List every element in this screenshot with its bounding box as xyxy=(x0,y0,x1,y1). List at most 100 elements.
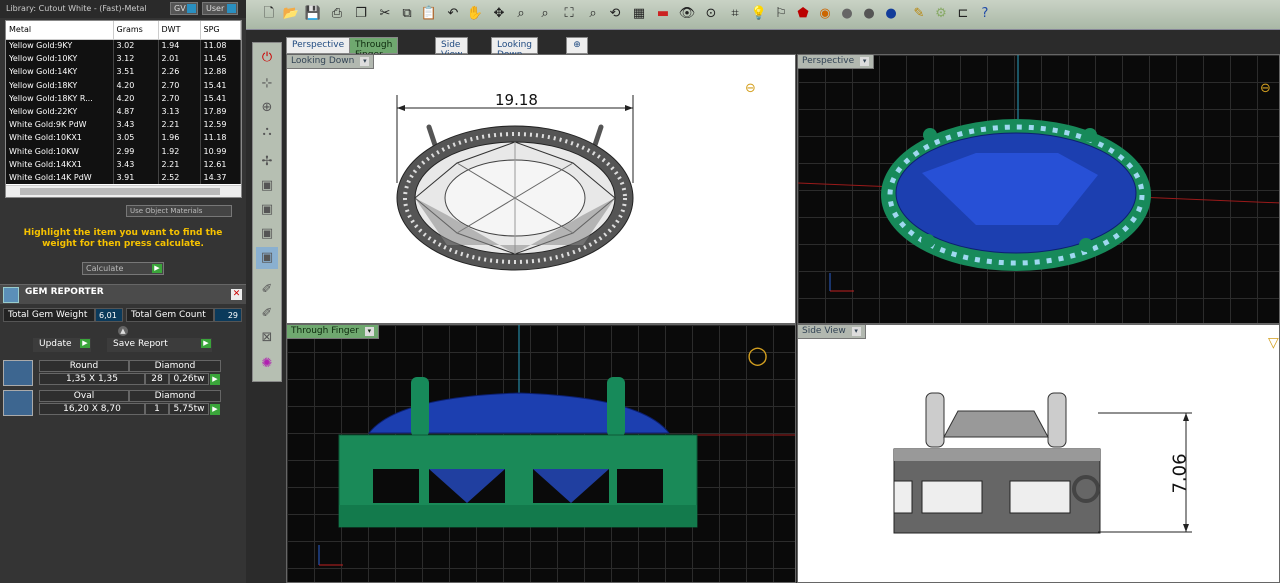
metal-name: Yellow Gold:18KY R... xyxy=(6,91,114,105)
metal-table-scrollbar[interactable] xyxy=(6,185,241,197)
gv-button[interactable]: GV xyxy=(170,2,198,15)
box-top-icon[interactable]: ▣ xyxy=(256,199,278,221)
tab-perspective[interactable]: Perspective xyxy=(286,37,351,54)
power-icon[interactable]: ⏻ xyxy=(256,47,278,69)
measure-icon[interactable]: ▬ xyxy=(654,5,672,23)
gem-row[interactable]: Round Diamond 1,35 X 1,35 28 0,26tw ▶ xyxy=(3,360,221,386)
metal-spg: 11.08 xyxy=(200,39,241,53)
viewport-label-perspective[interactable]: Perspective ▾ xyxy=(798,55,875,69)
metal-table-row[interactable]: Yellow Gold:10KY 3.12 2.01 11.45 xyxy=(6,52,241,66)
box-front-icon[interactable]: ▣ xyxy=(256,223,278,245)
save-report-button[interactable]: Save Report ▶ xyxy=(107,338,212,352)
pan-hand-icon[interactable]: ✋ xyxy=(466,5,484,23)
light-icon[interactable]: 💡 xyxy=(750,5,768,23)
use-object-materials-select[interactable]: Use Object Materials xyxy=(126,205,232,217)
collapse-icon[interactable]: ▲ xyxy=(118,326,128,336)
metal-dwt: 1.94 xyxy=(158,39,201,53)
ring-orientation-icon[interactable]: ⊖ xyxy=(745,81,777,97)
scroll-thumb[interactable] xyxy=(20,188,220,195)
rotate-view-icon[interactable]: ⟲ xyxy=(606,5,624,23)
metal-table-header: Metal Grams DWT SPG xyxy=(6,21,241,40)
undo-icon[interactable]: ↶ xyxy=(444,5,462,23)
cog-icon[interactable]: ✺ xyxy=(256,353,278,375)
settings-gear-icon[interactable]: ⚙ xyxy=(932,5,950,23)
paste-icon[interactable]: 📋 xyxy=(420,5,438,23)
viewport-label-through-finger[interactable]: Through Finger ▾ xyxy=(287,325,379,339)
tree-icon[interactable]: ⊏ xyxy=(954,5,972,23)
ring-orientation-icon[interactable]: ▽ xyxy=(1268,335,1279,375)
user-button[interactable]: User xyxy=(202,2,238,15)
axis-icon[interactable]: ⊹ xyxy=(256,73,278,95)
ring-orientation-icon[interactable]: ⊖ xyxy=(1260,81,1279,97)
box-close-icon[interactable]: ⊠ xyxy=(256,327,278,349)
metal-table-row[interactable]: White Gold:14K PdW 3.91 2.52 14.37 xyxy=(6,170,241,185)
viewport-side-view[interactable]: 7.06 Side View ▾ ▽ xyxy=(797,324,1280,583)
open-folder-icon[interactable]: 📂 xyxy=(282,5,300,23)
new-file-icon[interactable]: 🗋 xyxy=(260,5,278,23)
gumball-icon[interactable]: ✢ xyxy=(256,151,278,173)
gem-row[interactable]: Oval Diamond 16,20 X 8,70 1 5,75tw ▶ xyxy=(3,390,221,416)
triangle-icon[interactable]: ⛬ xyxy=(256,121,278,143)
print-icon[interactable]: ⎙ xyxy=(328,5,346,23)
ring-orientation-icon[interactable]: ○ xyxy=(747,341,777,375)
tab-side-view[interactable]: Side View xyxy=(435,37,469,60)
viewport-label-side-view[interactable]: Side View ▾ xyxy=(798,325,866,339)
point-icon[interactable]: ⚐ xyxy=(772,5,790,23)
viewport-through-finger[interactable]: Through Finger ▾ ○ xyxy=(286,324,796,583)
viewport-title: Side View xyxy=(802,326,846,336)
raytrace-sphere-icon[interactable]: ● xyxy=(882,5,900,23)
curve-icon[interactable]: ⊙ xyxy=(702,5,720,23)
zoom-selected-icon[interactable]: ⌕ xyxy=(584,5,602,23)
metal-table-row[interactable]: White Gold:14KX1 3.43 2.21 12.61 xyxy=(6,157,241,171)
metal-dwt: 2.01 xyxy=(158,52,201,66)
object-snap-icon[interactable]: ⌗ xyxy=(726,5,744,23)
viewport-looking-down[interactable]: 19.18 Looking Down ▾ ⊖ xyxy=(286,54,796,324)
metal-table-row[interactable]: Yellow Gold:22KY 4.87 3.13 17.89 xyxy=(6,104,241,119)
update-button[interactable]: Update ▶ xyxy=(33,338,91,352)
cut-icon[interactable]: ✂ xyxy=(376,5,394,23)
calculate-button[interactable]: Calculate ▶ xyxy=(82,262,164,275)
metal-table-row[interactable]: Yellow Gold:18KY 4.20 2.70 15.41 xyxy=(6,78,241,92)
tab-through-finger[interactable]: Through Finger xyxy=(349,37,399,60)
close-icon[interactable]: ✕ xyxy=(231,289,242,300)
help-icon[interactable]: ? xyxy=(976,5,994,23)
render-sphere-icon[interactable]: ● xyxy=(860,5,878,23)
metal-dwt: 2.70 xyxy=(158,78,201,92)
zoom-icon[interactable]: ⌕ xyxy=(512,5,530,23)
viewport-label-looking-down[interactable]: Looking Down ▾ xyxy=(287,55,375,69)
metal-table[interactable]: Metal Grams DWT SPG Yellow Gold:9KY 3.02 1… xyxy=(5,20,242,198)
play-icon[interactable]: ▶ xyxy=(210,404,220,415)
hide-icon[interactable]: 👁 xyxy=(678,5,696,23)
add-tab-icon[interactable]: ⊕ xyxy=(566,37,588,54)
zoom-window-icon[interactable]: ⌕ xyxy=(536,5,554,23)
metal-table-row[interactable]: White Gold:10KX1 3.05 1.96 11.18 xyxy=(6,131,241,145)
zoom-extents-icon[interactable]: ⛶ xyxy=(560,5,578,23)
viewport-title: Perspective xyxy=(802,56,855,66)
globe-icon[interactable]: ⊕ xyxy=(256,97,278,119)
material-icon[interactable]: ⬟ xyxy=(794,5,812,23)
box-view-icon[interactable]: ▣ xyxy=(256,175,278,197)
metal-table-row[interactable]: Yellow Gold:9KY 3.02 1.94 11.08 xyxy=(6,39,241,53)
shade-sphere-icon[interactable]: ● xyxy=(838,5,856,23)
col-metal[interactable]: Metal xyxy=(6,21,114,40)
play-icon[interactable]: ▶ xyxy=(210,374,220,385)
metal-table-row[interactable]: Yellow Gold:18KY R... 4.20 2.70 15.41 xyxy=(6,91,241,105)
pen-icon[interactable]: ✎ xyxy=(910,5,928,23)
copy-special-icon[interactable]: ❐ xyxy=(352,5,370,23)
viewport-perspective[interactable]: Perspective ▾ ⊖ xyxy=(797,54,1280,324)
metal-table-row[interactable]: Yellow Gold:14KY 3.51 2.26 12.88 xyxy=(6,65,241,79)
copy-icon[interactable]: ⧉ xyxy=(398,5,416,23)
col-grams[interactable]: Grams xyxy=(113,21,159,40)
save-icon[interactable]: 💾 xyxy=(304,5,322,23)
tab-looking-down[interactable]: Looking Down xyxy=(491,37,538,60)
metal-table-row[interactable]: White Gold:9K PdW 3.43 2.21 12.59 xyxy=(6,118,241,132)
box-iso-icon[interactable]: ▣ xyxy=(256,247,278,269)
grid-icon[interactable]: ▦ xyxy=(630,5,648,23)
brush-icon[interactable]: ✐ xyxy=(256,279,278,301)
col-spg[interactable]: SPG xyxy=(200,21,241,40)
metal-table-row[interactable]: White Gold:10KW 2.99 1.92 10.99 xyxy=(6,144,241,158)
color-wheel-icon[interactable]: ◉ xyxy=(816,5,834,23)
move-view-icon[interactable]: ✥ xyxy=(490,5,508,23)
col-dwt[interactable]: DWT xyxy=(158,21,201,40)
paint-icon[interactable]: ✐ xyxy=(256,303,278,325)
